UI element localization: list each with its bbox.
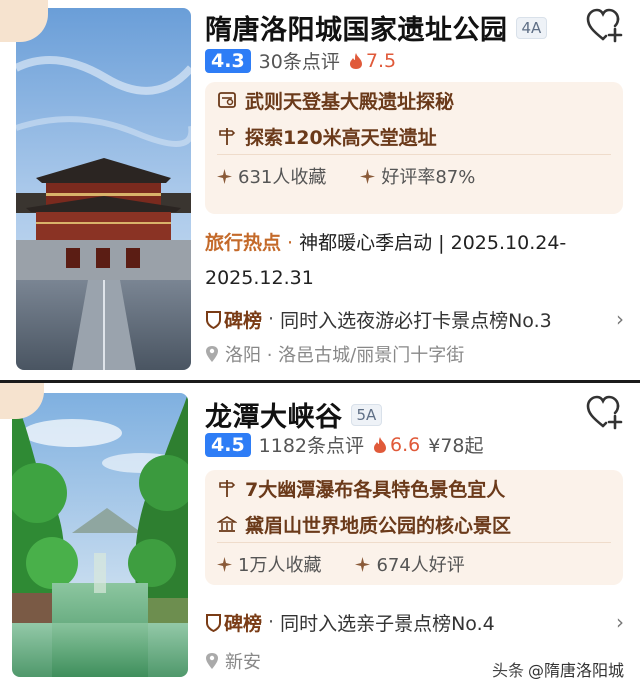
chevron-right-icon[interactable]: › [616,610,624,634]
stat-text: 1万人收藏 [238,555,322,576]
shield-icon [206,613,221,632]
feature-text: 黛眉山世界地质公园的核心景区 [245,514,512,537]
feature-box: 7大幽潭瀑布各具特色景色宜人 黛眉山世界地质公园的核心景区 1万人收藏 674人… [205,470,623,585]
price-text: ¥78起 [428,435,484,457]
stat-item: 好评率87% [360,163,475,189]
stat-item: 631人收藏 [217,163,326,189]
ranking-row[interactable]: 碑榜 · 同时入选亲子景点榜No.4 › [205,607,624,637]
chevron-right-icon[interactable]: › [616,307,624,331]
feature-text: 7大幽潭瀑布各具特色景色宜人 [245,478,506,501]
feature-text: 探索120米高天堂遗址 [245,126,437,149]
rank-tag: 碑榜 [205,306,262,333]
canyon-photo-image [12,393,188,677]
location-pin-icon [206,653,218,669]
favorite-button[interactable] [586,8,624,44]
heat-index: 7.5 [348,50,396,72]
location-row[interactable]: 洛阳 · 洛邑古城/丽景门十字街 [205,341,464,367]
level-badge: 5A [350,403,383,426]
feature-box: 武则天登基大殿遗址探秘 探索120米高天堂遗址 631人收藏 好评率87% [205,82,623,214]
landmark-icon [217,516,237,532]
heat-value: 6.6 [390,433,421,456]
heart-plus-icon [586,395,623,430]
stats-row: 1万人收藏 674人好评 [205,543,623,585]
level-badge: 4A [515,16,548,39]
heart-plus-icon [586,8,623,43]
sign-icon [219,480,236,497]
score-badge: 4.5 [205,432,251,457]
feature-item: 探索120米高天堂遗址 [205,118,623,154]
location-text: 洛阳 · 洛邑古城/丽景门十字街 [225,345,465,366]
attraction-title[interactable]: 龙潭大峡谷 [205,395,343,434]
rank-text: 同时入选夜游必打卡景点榜No.3 [280,309,552,332]
location-pin-icon [206,346,218,362]
shield-icon [206,310,221,329]
flame-icon [349,52,362,69]
feature-item: 7大幽潭瀑布各具特色景色宜人 [205,470,623,506]
separator-dot: · [268,308,275,330]
palace-photo-image [16,8,191,370]
event-tag: 旅行热点 [205,232,282,254]
attraction-title[interactable]: 隋唐洛阳城国家遗址公园 [205,8,508,47]
heat-value: 7.5 [365,49,397,72]
flame-icon [374,436,387,453]
stat-item: 674人好评 [355,551,465,577]
sign-icon [219,128,236,145]
sparkle-icon [360,168,376,184]
watermark-handle: @隋唐洛阳城 [527,661,624,680]
sparkle-icon [217,556,232,572]
stat-text: 631人收藏 [238,167,327,188]
rank-tag: 碑榜 [205,609,262,636]
watermark-platform: 头条 [491,661,524,680]
stats-row: 631人收藏 好评率87% [205,155,623,197]
feature-text: 武则天登基大殿遗址探秘 [245,90,455,113]
stat-text: 好评率87% [381,167,476,188]
attraction-photo[interactable] [16,8,191,370]
review-count[interactable]: 30条点评 [259,47,340,74]
sparkle-icon [355,556,371,572]
stat-text: 674人好评 [376,555,465,576]
location-row[interactable]: 新安 [205,648,261,674]
event-info[interactable]: 旅行热点 · 神都暖心季启动 | 2025.10.24-2025.12.31 [205,226,623,296]
sparkle-icon [217,168,232,184]
ranking-row[interactable]: 碑榜 · 同时入选夜游必打卡景点榜No.3 › [205,304,624,334]
heat-index: 6.6 [372,434,420,456]
feature-item: 黛眉山世界地质公园的核心景区 [205,506,623,542]
attraction-card-1[interactable]: 隋唐洛阳城国家遗址公园 4A 4.3 30条点评 7.5 武则天登基大殿遗址探秘… [0,0,640,380]
ticket-icon [218,92,236,108]
location-text: 新安 [225,652,261,673]
review-count[interactable]: 1182条点评 [259,431,364,458]
rank-text: 同时入选亲子景点榜No.4 [280,612,495,635]
rank-tag-label: 碑榜 [224,309,263,332]
favorite-button[interactable] [586,395,624,431]
watermark: 头条 @隋唐洛阳城 [492,657,624,681]
stat-item: 1万人收藏 [217,551,321,577]
feature-item: 武则天登基大殿遗址探秘 [205,82,623,118]
attraction-photo[interactable] [12,393,188,677]
rank-tag-label: 碑榜 [224,612,263,635]
score-badge: 4.3 [205,48,251,73]
separator-dot: · [268,611,275,633]
